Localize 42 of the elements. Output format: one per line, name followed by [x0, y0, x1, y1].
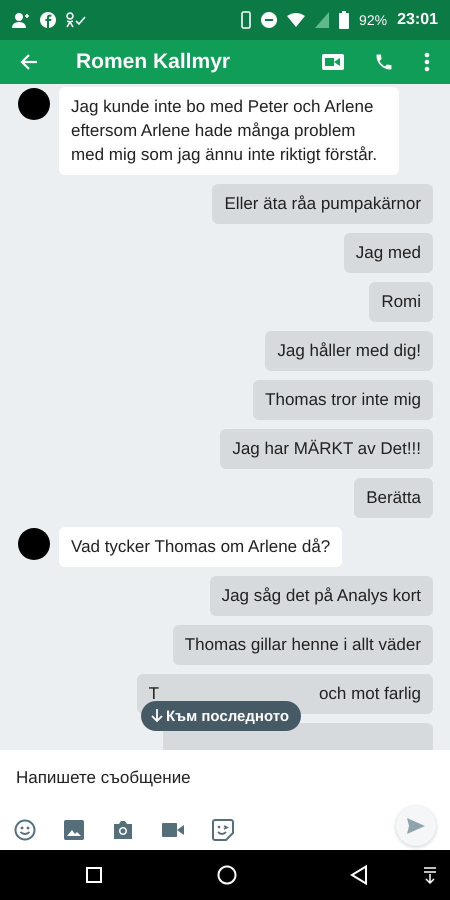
battery-icon: [339, 11, 350, 29]
video-camera-icon[interactable]: [322, 54, 344, 70]
message-bubble: Romi: [369, 282, 433, 322]
more-options-icon[interactable]: [424, 52, 430, 72]
ok-check-icon: [66, 12, 86, 28]
battery-percent: 92%: [359, 12, 388, 28]
contact-avatar: [18, 528, 50, 560]
down-arrow-icon: [151, 709, 163, 723]
message-bubble: Vad tycker Thomas om Arlene då?: [59, 527, 342, 567]
collapse-icon[interactable]: [423, 866, 437, 884]
jump-to-latest-button[interactable]: Към последното: [141, 701, 302, 731]
wifi-icon: [287, 13, 306, 27]
contact-avatar: [18, 88, 50, 120]
message-text: och mot farlig: [318, 683, 421, 705]
message-bubble: Jag håller med dig!: [265, 331, 433, 371]
image-icon[interactable]: [64, 820, 84, 840]
contact-name: Romen Kallmyr: [76, 50, 232, 74]
message-bubble: Jag har MÄRKT av Det!!!: [220, 429, 433, 469]
phone-icon: [241, 11, 252, 29]
camera-icon[interactable]: [112, 820, 134, 840]
message-bubble: Thomas gillar henne i allt väder: [172, 625, 433, 665]
message-bubble: Jag såg det på Analys kort: [210, 576, 433, 616]
emoji-icon[interactable]: [14, 819, 36, 841]
send-icon: [407, 818, 425, 834]
message-bubble: Eller äta råa pumpakärnor: [212, 184, 433, 224]
message-bubble: Jag med: [344, 233, 433, 273]
message-bubble: Thomas tror inte mig: [253, 380, 433, 420]
clock-time: 23:01: [397, 11, 438, 29]
do-not-disturb-icon: [261, 12, 278, 28]
message-bubble: Jag kunde inte bo med Peter och Arlene eftersom Arlene hade många problem med mig som jag ännu inte riktigt förstår.: [59, 87, 399, 175]
recents-icon[interactable]: [86, 867, 102, 883]
message-bubble: Berätta: [354, 478, 433, 518]
back-arrow-icon[interactable]: [20, 53, 38, 71]
back-icon[interactable]: [350, 865, 368, 885]
facebook-icon: [40, 12, 56, 28]
home-icon[interactable]: [217, 865, 237, 885]
send-button[interactable]: [396, 806, 436, 846]
sticker-icon[interactable]: [212, 819, 234, 841]
signal-icon: [315, 12, 330, 28]
person-add-icon: [12, 12, 30, 28]
phone-call-icon[interactable]: [374, 52, 394, 72]
video-camera-icon[interactable]: [162, 823, 184, 837]
